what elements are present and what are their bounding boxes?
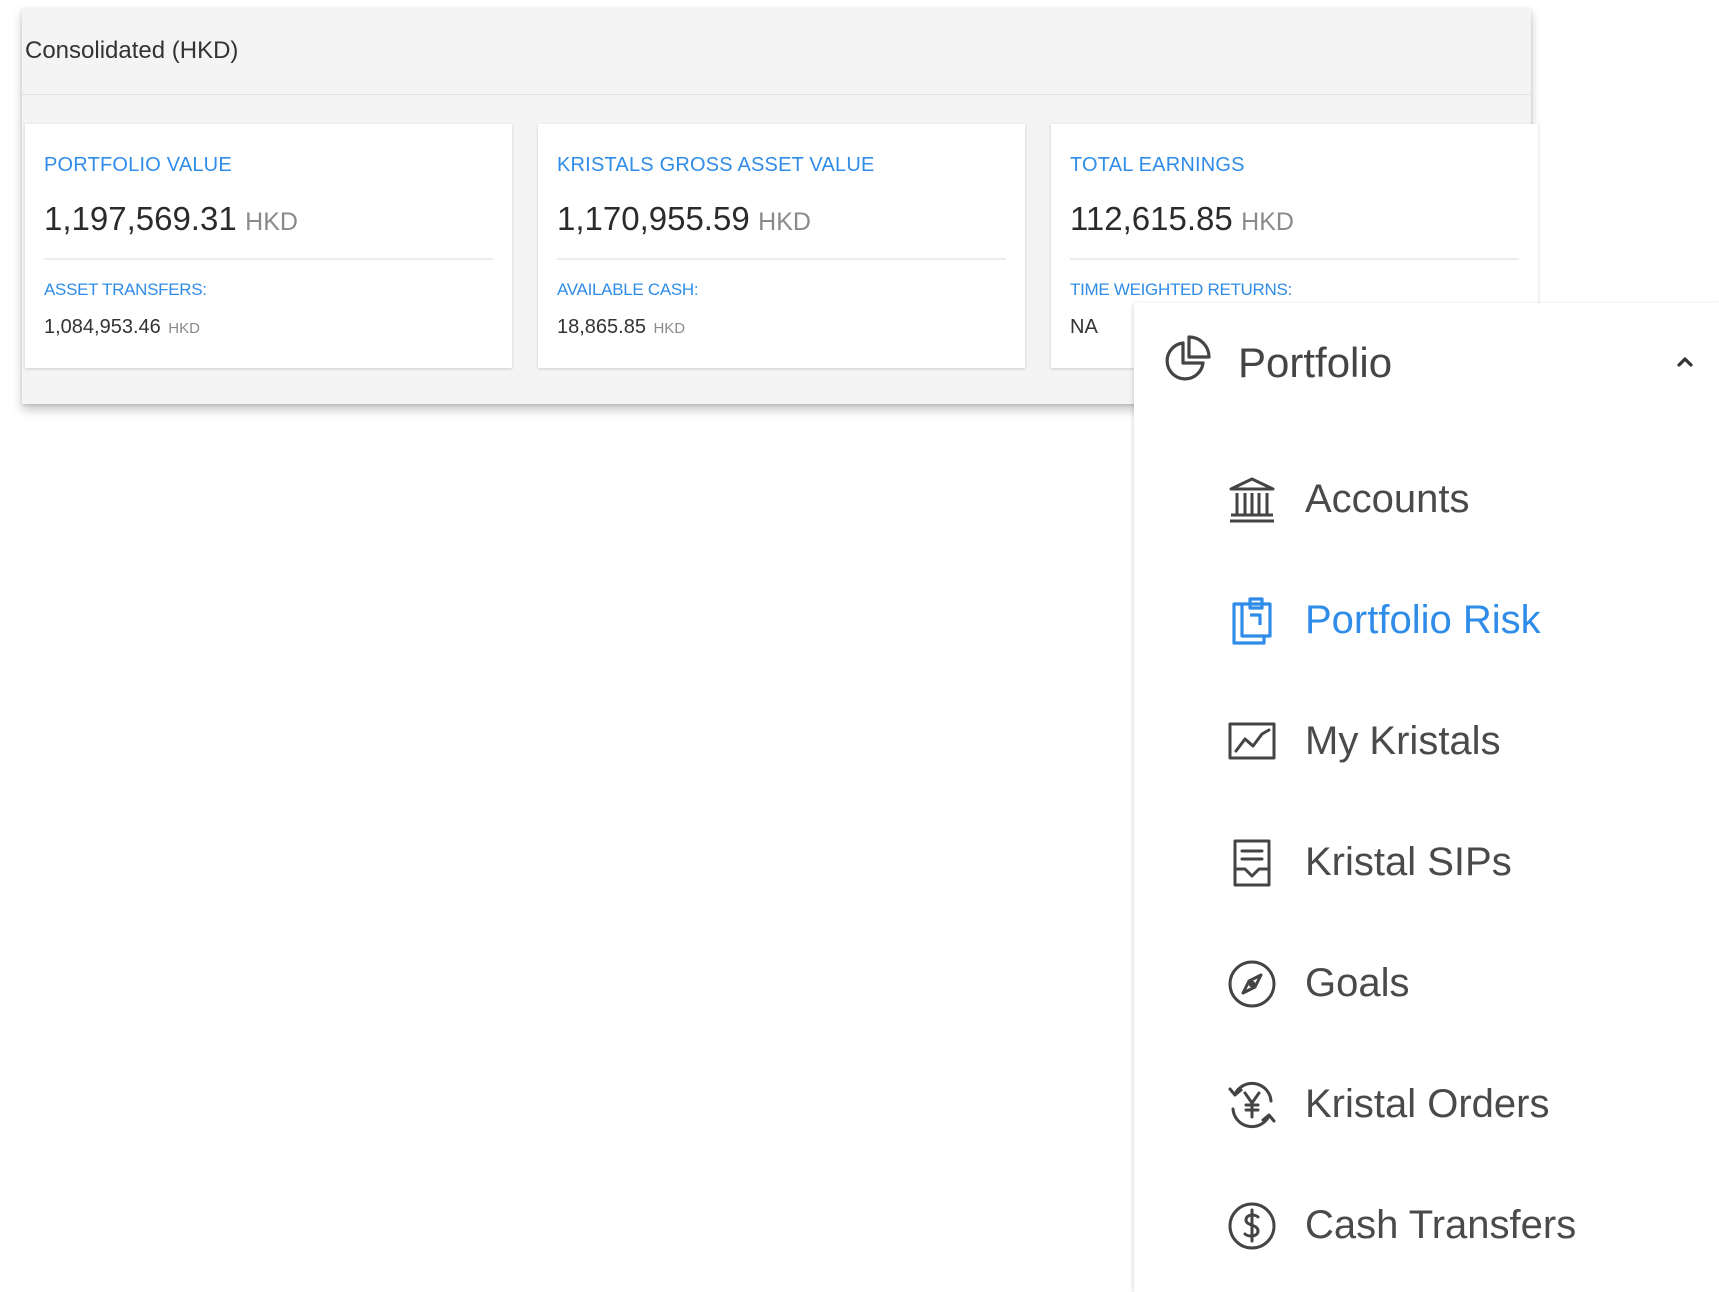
- menu-item-label: My Kristals: [1305, 719, 1501, 763]
- card-subvalue: 18,865.85: [557, 316, 646, 338]
- card-label: KRISTALS GROSS ASSET VALUE: [557, 154, 875, 176]
- portfolio-menu: Portfolio Accounts Portfolio Risk My Kri…: [1134, 303, 1719, 1292]
- receipt-icon: [1226, 837, 1278, 889]
- card-value-row: 1,197,569.31 HKD: [44, 200, 298, 238]
- card-value-row: 112,615.85 HKD: [1070, 200, 1294, 238]
- card-label: TOTAL EARNINGS: [1070, 154, 1245, 176]
- kristals-gross-asset-value-card: KRISTALS GROSS ASSET VALUE 1,170,955.59 …: [538, 124, 1025, 368]
- panel-title: Consolidated (HKD): [25, 37, 239, 64]
- portfolio-menu-label: Portfolio: [1238, 339, 1393, 386]
- dollar-circle-icon: [1226, 1200, 1278, 1252]
- card-sublabel: TIME WEIGHTED RETURNS:: [1070, 280, 1292, 299]
- menu-item-label: Goals: [1305, 961, 1410, 1005]
- menu-item-label: Kristal Orders: [1305, 1082, 1550, 1126]
- menu-item-portfolio-risk[interactable]: Portfolio Risk: [1134, 571, 1719, 671]
- menu-item-label: Accounts: [1305, 477, 1470, 521]
- menu-item-label: Kristal SIPs: [1305, 840, 1512, 884]
- menu-item-cash-transfers[interactable]: Cash Transfers: [1134, 1176, 1719, 1276]
- panel-header: Consolidated (HKD): [22, 8, 1531, 95]
- card-subvalue: 1,084,953.46: [44, 316, 161, 338]
- portfolio-menu-header[interactable]: Portfolio: [1134, 303, 1719, 429]
- card-subcurrency: HKD: [168, 320, 200, 337]
- card-currency: HKD: [1241, 208, 1294, 236]
- pie-chart-icon: [1161, 333, 1213, 385]
- card-value-row: 1,170,955.59 HKD: [557, 200, 811, 238]
- clipboard-icon: [1226, 595, 1278, 647]
- card-divider: [44, 258, 493, 260]
- card-subcurrency: HKD: [653, 320, 686, 337]
- card-subvalue-row: 18,865.85 HKD: [557, 316, 685, 339]
- card-sublabel: AVAILABLE CASH:: [557, 280, 699, 299]
- card-divider: [1070, 258, 1519, 260]
- menu-item-accounts[interactable]: Accounts: [1134, 450, 1719, 550]
- card-subvalue-row: NA: [1070, 316, 1101, 339]
- menu-item-kristal-orders[interactable]: Kristal Orders: [1134, 1055, 1719, 1155]
- compass-icon: [1226, 958, 1278, 1010]
- card-sublabel: ASSET TRANSFERS:: [44, 280, 207, 299]
- menu-item-goals[interactable]: Goals: [1134, 934, 1719, 1034]
- bank-icon: [1226, 474, 1278, 526]
- card-subvalue-row: 1,084,953.46 HKD: [44, 316, 200, 339]
- menu-item-label: Cash Transfers: [1305, 1203, 1577, 1247]
- menu-item-my-kristals[interactable]: My Kristals: [1134, 692, 1719, 792]
- line-chart-icon: [1226, 716, 1278, 768]
- card-value: 1,197,569.31: [44, 200, 237, 237]
- menu-item-label: Portfolio Risk: [1305, 598, 1541, 642]
- card-divider: [557, 258, 1006, 260]
- yen-exchange-icon: [1226, 1079, 1278, 1131]
- card-label: PORTFOLIO VALUE: [44, 154, 232, 176]
- menu-item-kristal-sips[interactable]: Kristal SIPs: [1134, 813, 1719, 913]
- portfolio-value-card: PORTFOLIO VALUE 1,197,569.31 HKD ASSET T…: [25, 124, 512, 368]
- chevron-up-icon[interactable]: [1674, 355, 1696, 369]
- card-value: 1,170,955.59: [557, 200, 750, 237]
- card-subvalue: NA: [1070, 316, 1098, 338]
- card-currency: HKD: [758, 208, 811, 236]
- card-value: 112,615.85: [1070, 200, 1233, 237]
- card-currency: HKD: [245, 208, 298, 236]
